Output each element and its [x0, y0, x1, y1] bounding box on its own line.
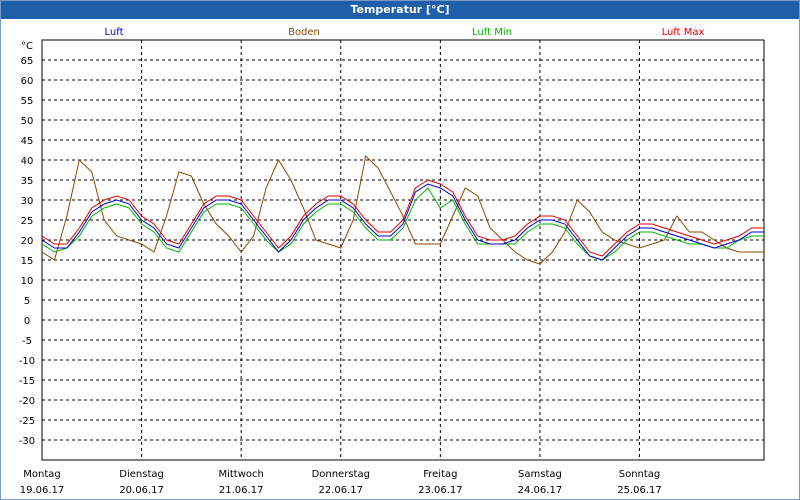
- y-tick-label: 50: [21, 116, 34, 127]
- y-tick-label: 45: [21, 136, 34, 147]
- y-tick-label: 5: [24, 296, 30, 307]
- y-tick-label: -5: [22, 336, 32, 347]
- y-tick-label: 40: [21, 156, 34, 167]
- x-tick-date: 23.06.17: [418, 485, 463, 496]
- temperature-chart: 65605550454035302520151050-5-10-15-20-25…: [19, 27, 765, 496]
- legend-entry-boden: Boden: [288, 27, 320, 38]
- legend-entry-luft: Luft: [105, 27, 124, 38]
- legend-entry-luft-min: Luft Min: [472, 27, 512, 38]
- x-tick-date: 21.06.17: [219, 485, 264, 496]
- x-tick-weekday: Freitag: [423, 469, 457, 480]
- y-tick-label: 0: [24, 316, 30, 327]
- x-tick-date: 19.06.17: [20, 485, 65, 496]
- y-tick-label: 25: [21, 216, 34, 227]
- chart-window: Temperatur [°C] 65 60 55 50 45 40 35 30 25 20 15 10…: [0, 0, 800, 500]
- x-tick-date: 22.06.17: [318, 485, 363, 496]
- x-tick-weekday: Mittwoch: [218, 469, 263, 480]
- x-tick-weekday: Samstag: [518, 469, 562, 480]
- y-tick-label: -15: [19, 376, 35, 387]
- x-tick-weekday: Donnerstag: [312, 469, 370, 480]
- y-tick-label: 30: [21, 196, 34, 207]
- y-tick-label: -20: [19, 396, 35, 407]
- y-tick-label: 60: [21, 76, 34, 87]
- y-tick-label: 10: [21, 276, 34, 287]
- y-tick-label: 20: [21, 236, 34, 247]
- x-tick-weekday: Sonntag: [619, 469, 661, 480]
- y-axis-label: °C: [21, 41, 33, 52]
- x-tick-date: 25.06.17: [617, 485, 662, 496]
- x-tick-date: 20.06.17: [119, 485, 164, 496]
- x-tick-date: 24.06.17: [518, 485, 563, 496]
- y-tick-label: -10: [19, 356, 35, 367]
- y-tick-label: -30: [19, 436, 35, 447]
- y-tick-label: 55: [21, 96, 34, 107]
- y-tick-label: 35: [21, 176, 34, 187]
- y-tick-label: 15: [21, 256, 34, 267]
- x-tick-weekday: Dienstag: [119, 469, 164, 480]
- y-tick-label: 65: [21, 56, 34, 67]
- y-tick-label: -25: [19, 416, 35, 427]
- x-tick-weekday: Montag: [23, 469, 60, 480]
- legend-entry-luft-max: Luft Max: [662, 27, 705, 38]
